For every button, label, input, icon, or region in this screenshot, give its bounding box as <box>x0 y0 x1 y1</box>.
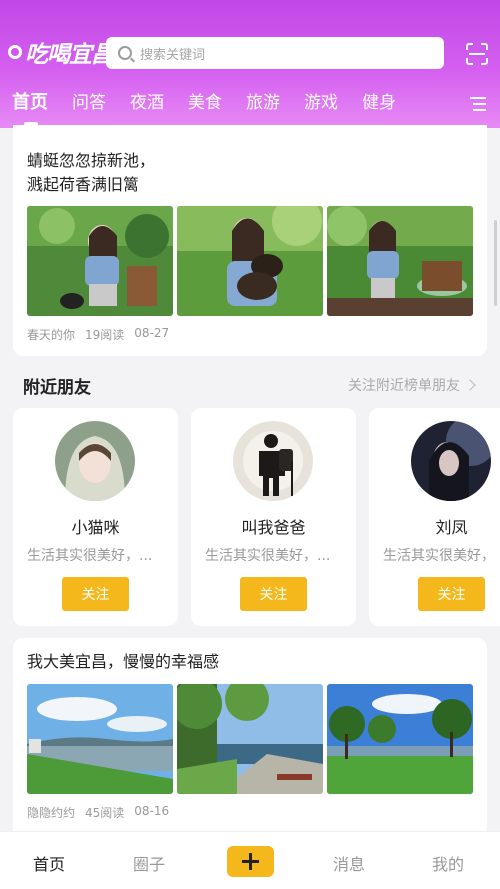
chevron-right-icon <box>464 379 476 391</box>
follow-button[interactable]: 关注 <box>418 577 485 611</box>
tab-games[interactable]: 游戏 <box>304 88 338 113</box>
tab-qa[interactable]: 问答 <box>72 88 106 113</box>
tab-home[interactable]: 首页 <box>12 88 48 114</box>
post-title: 蜻蜓忽忽掠新池， 溅起荷香满旧篱 <box>27 151 156 194</box>
avatar[interactable] <box>411 421 491 501</box>
category-tabs: 首页 问答 夜酒 美食 旅游 游戏 健身 <box>0 88 500 120</box>
post-author[interactable]: 春天的你 <box>27 326 75 343</box>
search-icon <box>118 46 132 60</box>
menu-icon[interactable] <box>470 97 486 111</box>
nearby-section-title: 附近朋友 <box>23 378 91 398</box>
tab-fitness[interactable]: 健身 <box>362 88 396 113</box>
logo-text: 吃喝宜昌 <box>25 42 114 68</box>
friend-card[interactable]: 小猫咪 生活其实很美好，... 关注 <box>13 408 178 626</box>
friend-name: 小猫咪 <box>71 518 120 537</box>
post-card[interactable]: 我大美宜昌，慢慢的幸福感 隐隐约约 45阅读 08-16 <box>13 638 487 838</box>
follow-button[interactable]: 关注 <box>62 577 129 611</box>
post-author[interactable]: 隐隐约约 <box>27 804 75 821</box>
post-photo[interactable] <box>177 206 323 316</box>
post-photo[interactable] <box>327 206 473 316</box>
bottom-navigation: 首页 圈子 消息 我的 <box>0 831 500 889</box>
post-reads: 45阅读 <box>85 806 125 820</box>
post-photo[interactable] <box>27 206 173 316</box>
post-card[interactable]: 蜻蜓忽忽掠新池， 溅起荷香满旧篱 春天的你 19阅读 08-27 <box>13 125 487 356</box>
avatar[interactable] <box>55 421 135 501</box>
scan-icon[interactable] <box>466 43 488 65</box>
post-date: 08-27 <box>134 326 170 340</box>
post-photo[interactable] <box>177 684 323 794</box>
search-input[interactable]: 搜索关键词 <box>106 37 444 69</box>
avatar[interactable] <box>233 421 313 501</box>
app-logo: 吃喝宜昌 <box>8 36 114 68</box>
friend-bio: 生活其实很美好， <box>383 548 495 564</box>
post-photo[interactable] <box>327 684 473 794</box>
post-meta: 春天的你 19阅读 08-27 <box>27 326 169 343</box>
post-title: 我大美宜昌，慢慢的幸福感 <box>27 652 220 671</box>
nearby-ranking-link[interactable]: 关注附近榜单朋友 <box>348 375 476 395</box>
nav-mine[interactable]: 我的 <box>432 851 464 875</box>
friend-name: 刘凤 <box>435 518 468 537</box>
scrollbar[interactable] <box>494 220 497 306</box>
friend-name: 叫我爸爸 <box>241 518 306 537</box>
friend-bio: 生活其实很美好，... <box>205 548 331 564</box>
friend-bio: 生活其实很美好，... <box>27 548 153 564</box>
app-header: 吃喝宜昌 搜索关键词 首页 问答 夜酒 美食 旅游 游戏 健身 <box>0 0 500 128</box>
tab-food[interactable]: 美食 <box>188 88 222 113</box>
follow-button[interactable]: 关注 <box>240 577 307 611</box>
logo-icon <box>8 45 22 59</box>
post-reads: 19阅读 <box>85 328 125 342</box>
post-photos <box>27 684 473 794</box>
add-post-button[interactable] <box>227 846 274 877</box>
post-date: 08-16 <box>134 804 170 818</box>
nav-messages[interactable]: 消息 <box>333 851 365 875</box>
post-meta: 隐隐约约 45阅读 08-16 <box>27 804 169 821</box>
tab-night-wine[interactable]: 夜酒 <box>130 88 164 113</box>
tab-travel[interactable]: 旅游 <box>246 88 280 113</box>
friend-card[interactable]: 叫我爸爸 生活其实很美好，... 关注 <box>191 408 356 626</box>
post-photo[interactable] <box>27 684 173 794</box>
friend-card[interactable]: 刘凤 生活其实很美好， 关注 <box>369 408 500 626</box>
search-placeholder: 搜索关键词 <box>140 47 206 63</box>
nav-home[interactable]: 首页 <box>33 851 65 875</box>
post-photos <box>27 206 473 316</box>
nav-circle[interactable]: 圈子 <box>133 851 165 875</box>
